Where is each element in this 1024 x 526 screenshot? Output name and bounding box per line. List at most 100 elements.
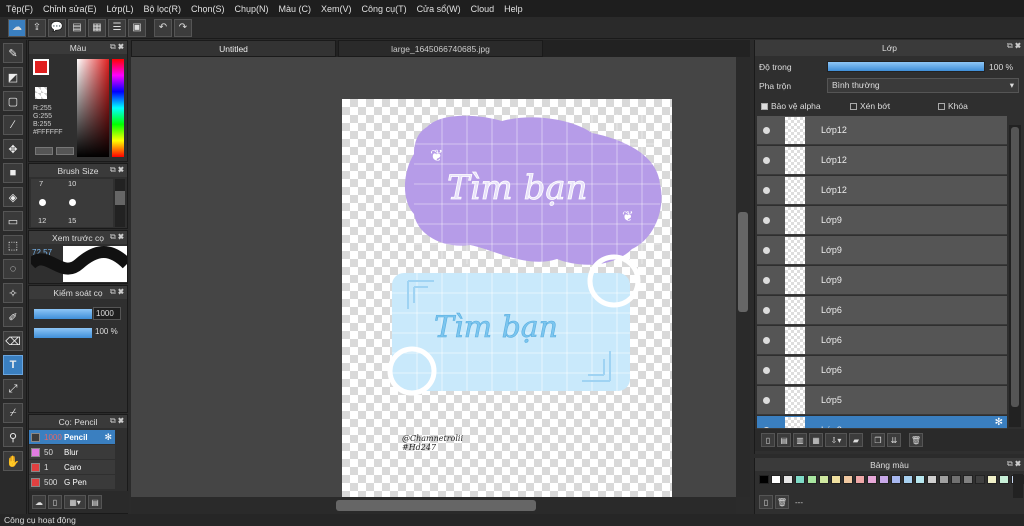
eye-icon[interactable] bbox=[763, 427, 770, 428]
export-icon[interactable]: ⇪ bbox=[28, 18, 46, 37]
eye-icon[interactable] bbox=[763, 247, 770, 254]
close-icon[interactable]: ⧉ ✖ bbox=[1007, 459, 1021, 469]
palette-swatch[interactable] bbox=[879, 475, 889, 484]
eye-icon[interactable] bbox=[763, 397, 770, 404]
delete-color-icon[interactable]: 🗑 bbox=[775, 495, 789, 509]
eye-icon[interactable] bbox=[763, 277, 770, 284]
layer-row[interactable]: Lớp9 bbox=[757, 236, 1007, 265]
palette-swatch[interactable] bbox=[759, 475, 769, 484]
menu-help[interactable]: Help bbox=[504, 4, 523, 14]
layer-row[interactable]: Lớp6 bbox=[757, 356, 1007, 385]
list-icon[interactable]: ☰ bbox=[108, 18, 126, 37]
cloud-icon[interactable]: ☁ bbox=[8, 18, 26, 37]
brush-list-item[interactable]: 1000 Pencil ✻ bbox=[29, 430, 115, 444]
menu-filter[interactable]: Bộ lọc(R) bbox=[143, 4, 181, 14]
brush-size-12[interactable]: 12 bbox=[38, 216, 46, 225]
lock-checkbox[interactable]: Khóa bbox=[938, 101, 968, 111]
palette-scrollbar[interactable] bbox=[1013, 474, 1023, 498]
new-1bit-layer-icon[interactable]: ▦ bbox=[809, 433, 823, 447]
new-8bit-layer-icon[interactable]: ▥ bbox=[793, 433, 807, 447]
palette-swatch[interactable] bbox=[915, 475, 925, 484]
palette-swatch[interactable] bbox=[975, 475, 985, 484]
fill-rect-icon[interactable]: ■ bbox=[3, 163, 23, 183]
saturation-field[interactable] bbox=[77, 59, 109, 157]
brush-list-item[interactable]: 50 Blur bbox=[29, 445, 115, 459]
panel-icon[interactable]: ▤ bbox=[68, 18, 86, 37]
eye-icon[interactable] bbox=[763, 337, 770, 344]
import-layer-icon[interactable]: ⇩▾ bbox=[825, 433, 847, 447]
layer-row[interactable]: Lớp12 bbox=[757, 176, 1007, 205]
brush-settings-icon[interactable]: ▤ bbox=[88, 495, 102, 509]
rectangle-icon[interactable]: ▢ bbox=[3, 91, 23, 111]
eye-icon[interactable] bbox=[763, 187, 770, 194]
gear-icon[interactable]: ✻ bbox=[104, 432, 112, 443]
palette-swatch[interactable] bbox=[855, 475, 865, 484]
brush-list-item[interactable]: 500 G Pen bbox=[29, 475, 115, 489]
close-icon[interactable]: ⧉ ✖ bbox=[110, 287, 124, 297]
close-icon[interactable]: ⧉ ✖ bbox=[1007, 41, 1021, 51]
palette-swatch[interactable] bbox=[927, 475, 937, 484]
eye-icon[interactable] bbox=[763, 367, 770, 374]
select-pen-icon[interactable]: ✐ bbox=[3, 307, 23, 327]
color-picker-button[interactable] bbox=[56, 147, 74, 155]
text-icon[interactable]: T bbox=[3, 355, 23, 375]
eye-icon[interactable] bbox=[763, 157, 770, 164]
close-icon[interactable]: ⧉ ✖ bbox=[110, 165, 124, 175]
move-icon[interactable]: ✥ bbox=[3, 139, 23, 159]
tab-untitled[interactable]: Untitled bbox=[131, 40, 336, 57]
layer-row[interactable]: Lớp12 bbox=[757, 146, 1007, 175]
palette-swatch[interactable] bbox=[867, 475, 877, 484]
horizontal-scrollbar[interactable] bbox=[131, 497, 736, 514]
menu-tools[interactable]: Công cụ(T) bbox=[362, 4, 407, 14]
document-canvas[interactable]: Tìm bạn ❦ ❦ Tìm bạn @Chamnetrolii #Hd247 bbox=[342, 99, 672, 499]
layer-row[interactable]: Lớp9 bbox=[757, 266, 1007, 295]
palette-swatch[interactable] bbox=[831, 475, 841, 484]
hue-slider[interactable] bbox=[112, 59, 124, 157]
brush-list-item[interactable]: 1 Caro bbox=[29, 460, 115, 474]
palette-swatch[interactable] bbox=[783, 475, 793, 484]
palette-swatch[interactable] bbox=[999, 475, 1009, 484]
color-mode-button[interactable] bbox=[35, 147, 53, 155]
layer-row[interactable]: Lớp12 bbox=[757, 116, 1007, 145]
palette-swatch[interactable] bbox=[951, 475, 961, 484]
layer-list-scrollbar[interactable] bbox=[1009, 125, 1021, 427]
palette-swatch[interactable] bbox=[891, 475, 901, 484]
brush-size-15[interactable]: 15 bbox=[68, 216, 76, 225]
new-layer-icon[interactable]: ▯ bbox=[761, 433, 775, 447]
gear-icon[interactable]: ✻ bbox=[995, 417, 1003, 428]
add-color-icon[interactable]: ▯ bbox=[759, 495, 773, 509]
eye-icon[interactable] bbox=[763, 217, 770, 224]
opacity-slider[interactable] bbox=[34, 328, 92, 338]
layer-row[interactable]: Lớp3 ✻ bbox=[757, 416, 1007, 429]
size-input[interactable]: 1000 bbox=[93, 307, 121, 320]
hand-icon[interactable]: ✋ bbox=[3, 451, 23, 471]
layout-icon[interactable]: ▣ bbox=[128, 18, 146, 37]
vertical-scrollbar[interactable] bbox=[736, 57, 750, 497]
palette-swatch[interactable] bbox=[771, 475, 781, 484]
clipping-checkbox[interactable]: Xén bớt bbox=[850, 101, 890, 111]
eraser-icon[interactable]: ◩ bbox=[3, 67, 23, 87]
magic-wand-icon[interactable]: ✧ bbox=[3, 283, 23, 303]
bucket-icon[interactable]: ◈ bbox=[3, 187, 23, 207]
select-rect-icon[interactable]: ⬚ bbox=[3, 235, 23, 255]
layer-row[interactable]: Lớp9 bbox=[757, 206, 1007, 235]
merge-layer-icon[interactable]: ⇊ bbox=[887, 433, 901, 447]
eye-icon[interactable] bbox=[763, 307, 770, 314]
layer-row[interactable]: Lớp6 bbox=[757, 296, 1007, 325]
brush-icon[interactable]: ✎ bbox=[3, 43, 23, 63]
palette-swatch[interactable] bbox=[807, 475, 817, 484]
palette-swatch[interactable] bbox=[963, 475, 973, 484]
delete-layer-icon[interactable]: 🗑 bbox=[909, 433, 923, 447]
menu-color[interactable]: Màu (C) bbox=[279, 4, 312, 14]
menu-window[interactable]: Cửa sổ(W) bbox=[417, 4, 461, 14]
eye-icon[interactable] bbox=[763, 127, 770, 134]
foreground-color-swatch[interactable] bbox=[33, 59, 49, 75]
palette-swatch[interactable] bbox=[819, 475, 829, 484]
new-brush-icon[interactable]: ▯ bbox=[48, 495, 62, 509]
eyedropper-icon[interactable]: ⚲ bbox=[3, 427, 23, 447]
new-halftone-layer-icon[interactable]: ▤ bbox=[777, 433, 791, 447]
palette-swatch[interactable] bbox=[939, 475, 949, 484]
menu-file[interactable]: Tệp(F) bbox=[6, 4, 33, 14]
operation-icon[interactable]: ⤢ bbox=[3, 379, 23, 399]
tab-large-image[interactable]: large_1645066740685.jpg bbox=[338, 40, 543, 57]
